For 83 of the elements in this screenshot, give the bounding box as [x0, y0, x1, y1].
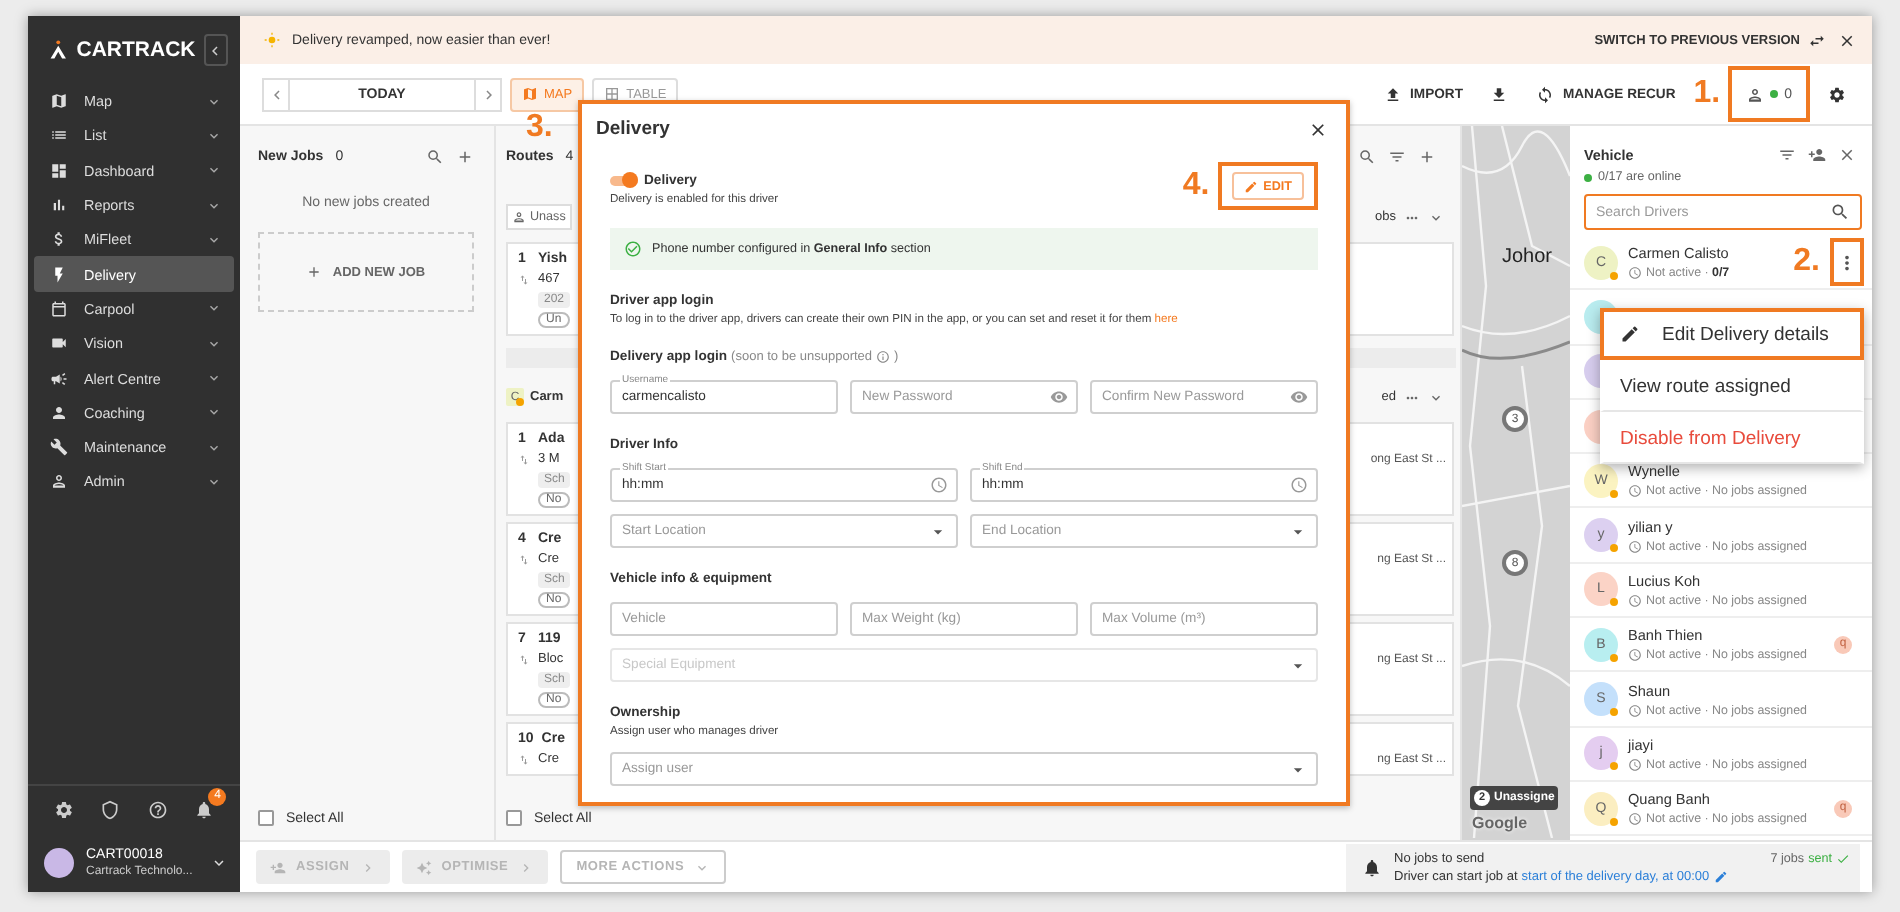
- menu-item[interactable]: View route assigned: [1600, 360, 1864, 412]
- clock-icon: [930, 476, 948, 494]
- close-icon[interactable]: [1838, 31, 1856, 49]
- dollar-icon: [50, 230, 68, 249]
- person-outline-icon: [50, 472, 68, 491]
- menu-item[interactable]: Edit Delivery details: [1600, 308, 1864, 360]
- more-options-button[interactable]: [1830, 238, 1864, 287]
- close-icon[interactable]: [1838, 146, 1856, 164]
- search-icon: [1830, 202, 1850, 222]
- clock-icon: [1628, 539, 1642, 554]
- info-icon: [876, 349, 891, 363]
- plus-icon[interactable]: [1418, 148, 1436, 166]
- dialog-title: Delivery: [596, 118, 670, 140]
- check-icon: [1836, 851, 1850, 865]
- collapse-button[interactable]: [203, 34, 228, 66]
- user-avatar: [44, 847, 74, 877]
- sort-icon: [518, 553, 530, 565]
- bar-chart-icon: [50, 196, 68, 215]
- upload-icon: [1384, 85, 1403, 103]
- settings-icon: [1828, 85, 1846, 103]
- add-person-icon: [270, 859, 286, 875]
- wrench-icon: [50, 438, 68, 457]
- clock-icon: [1628, 484, 1642, 499]
- plus-icon: [306, 264, 323, 280]
- search-icon[interactable]: [426, 148, 444, 166]
- clock-icon: [1628, 812, 1642, 827]
- online-dot: [1584, 173, 1592, 181]
- clock-icon: [1628, 648, 1642, 663]
- swap-icon: [1808, 31, 1826, 49]
- pencil-icon: [1243, 179, 1258, 193]
- calendar-icon: [50, 299, 68, 318]
- shield-icon[interactable]: [100, 799, 121, 819]
- person-icon: [1746, 85, 1765, 103]
- map-icon: [50, 92, 68, 111]
- select-all-checkbox[interactable]: [258, 810, 274, 826]
- menu-item[interactable]: Disable from Delivery: [1600, 412, 1864, 464]
- lightning-icon: [50, 265, 68, 284]
- step-annotation: 2.: [1793, 246, 1820, 279]
- eye-icon[interactable]: [1290, 388, 1308, 406]
- plus-icon[interactable]: [456, 148, 474, 166]
- download-icon: [1490, 85, 1509, 103]
- person-icon: [50, 403, 68, 422]
- brand-name: CARTRACK: [76, 38, 196, 62]
- list-icon: [50, 126, 68, 145]
- select-all-checkbox[interactable]: [506, 810, 522, 826]
- map-icon: [522, 86, 538, 102]
- sort-icon: [518, 273, 530, 285]
- clock-icon: [1628, 266, 1642, 281]
- step-annotation: 3.: [526, 111, 553, 143]
- step-annotation: 1.: [1693, 78, 1721, 110]
- filter-icon[interactable]: [1778, 146, 1796, 164]
- search-icon[interactable]: [1358, 148, 1376, 166]
- step-annotation: 4.: [1182, 170, 1210, 202]
- clock-icon: [1628, 593, 1642, 608]
- add-person-icon[interactable]: [1808, 146, 1826, 164]
- video-camera-icon: [50, 334, 68, 353]
- eye-icon[interactable]: [1050, 388, 1068, 406]
- sparkle-icon: [415, 859, 432, 875]
- settings-icon[interactable]: [53, 799, 74, 819]
- megaphone-icon: [50, 369, 68, 388]
- clock-icon: [1290, 476, 1308, 494]
- sun-icon: [264, 32, 280, 48]
- close-icon: [1308, 119, 1328, 139]
- table-icon: [604, 86, 621, 102]
- dashboard-icon: [50, 161, 68, 180]
- help-icon[interactable]: [147, 799, 168, 819]
- close-button[interactable]: [1308, 119, 1328, 139]
- clock-icon: [1628, 703, 1642, 718]
- pencil-icon[interactable]: [1713, 869, 1728, 883]
- delivery-toggle[interactable]: [610, 172, 638, 188]
- filter-icon[interactable]: [1388, 148, 1406, 166]
- sync-icon: [1536, 85, 1555, 103]
- pencil-icon: [1620, 324, 1640, 344]
- map-attribution: Google: [1472, 814, 1528, 832]
- logo-icon: [48, 36, 69, 64]
- map-place-label: Johor: [1502, 246, 1553, 268]
- clock-icon: [1628, 757, 1642, 772]
- sort-icon: [518, 453, 530, 465]
- sort-icon: [518, 653, 530, 665]
- person-icon: [512, 210, 526, 224]
- bell-icon[interactable]: [194, 799, 215, 819]
- bell-icon: [1362, 857, 1382, 877]
- sort-icon: [518, 753, 530, 765]
